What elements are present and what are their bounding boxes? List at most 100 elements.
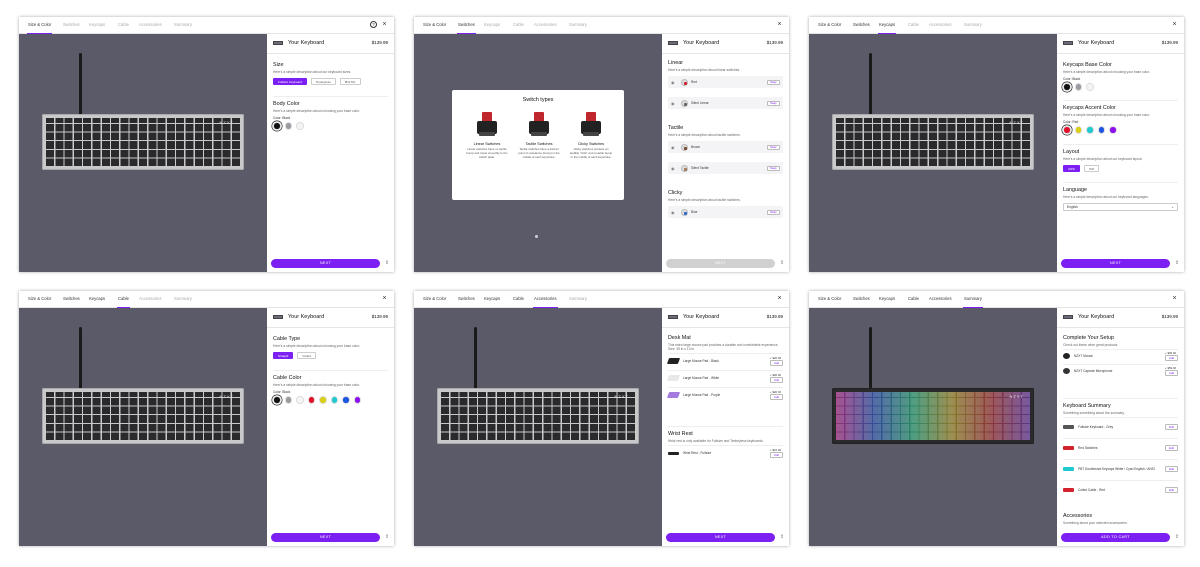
tab-switches[interactable]: Switches xyxy=(454,291,479,308)
close-icon[interactable]: × xyxy=(380,20,389,29)
switch-option[interactable]: ◉ Blue Swap xyxy=(668,206,783,219)
share-icon[interactable]: ⇪ xyxy=(1174,534,1180,541)
edit-button[interactable]: Edit xyxy=(1165,487,1178,493)
add-button[interactable]: Add xyxy=(770,452,783,458)
color-swatch[interactable] xyxy=(1097,126,1105,134)
add-button[interactable]: Add xyxy=(1165,355,1178,361)
tab-keycaps[interactable]: Keycaps xyxy=(875,17,899,34)
tab-summary[interactable]: Summary xyxy=(170,17,196,34)
color-swatch[interactable] xyxy=(284,122,292,130)
color-swatch[interactable] xyxy=(273,122,281,130)
tab-switches[interactable]: Switches xyxy=(454,17,479,34)
color-swatch[interactable] xyxy=(319,396,327,404)
color-swatch[interactable] xyxy=(1063,126,1071,134)
tab-accessories[interactable]: Accessories xyxy=(530,17,561,34)
tab-accessories[interactable]: Accessories xyxy=(925,291,956,308)
swap-button[interactable]: Swap xyxy=(766,209,780,215)
color-swatch[interactable] xyxy=(307,396,315,404)
close-icon[interactable]: × xyxy=(1170,294,1179,303)
option-button[interactable]: Straight xyxy=(273,352,294,360)
eye-icon[interactable]: ◉ xyxy=(671,166,681,171)
tab-size-color[interactable]: Size & Color xyxy=(814,17,845,34)
share-icon[interactable]: ⇪ xyxy=(1174,260,1180,267)
help-icon[interactable]: ? xyxy=(370,21,377,28)
color-swatch[interactable] xyxy=(296,122,304,130)
tab-keycaps[interactable]: Keycaps xyxy=(480,291,504,308)
swap-button[interactable]: Swap xyxy=(766,79,780,85)
add-button[interactable]: Add xyxy=(770,377,783,383)
tab-switches[interactable]: Switches xyxy=(849,17,874,34)
close-icon[interactable]: × xyxy=(1170,20,1179,29)
tab-summary[interactable]: Summary xyxy=(565,291,591,308)
share-icon[interactable]: ⇪ xyxy=(384,260,390,267)
tab-switches[interactable]: Switches xyxy=(849,291,874,308)
share-icon[interactable]: ⇪ xyxy=(779,534,785,541)
tab-accessories[interactable]: Accessories xyxy=(530,291,561,308)
edit-button[interactable]: Edit xyxy=(1165,445,1178,451)
tab-accessories[interactable]: Accessories xyxy=(135,291,166,308)
tab-size-color[interactable]: Size & Color xyxy=(24,17,55,34)
eye-icon[interactable]: ◉ xyxy=(671,145,681,150)
share-icon[interactable]: ⇪ xyxy=(384,534,390,541)
option-button[interactable]: Fullsize Keyboard xyxy=(273,78,307,86)
tab-keycaps[interactable]: Keycaps xyxy=(480,17,504,34)
option-button[interactable]: Tenkeyless xyxy=(310,78,336,86)
tab-summary[interactable]: Summary xyxy=(170,291,196,308)
color-swatch[interactable] xyxy=(1109,126,1117,134)
option-button[interactable]: ANSI xyxy=(1063,165,1081,173)
tab-accessories[interactable]: Accessories xyxy=(925,17,956,34)
close-icon[interactable]: × xyxy=(775,294,784,303)
swap-button[interactable]: Swap xyxy=(766,144,780,150)
tab-size-color[interactable]: Size & Color xyxy=(814,291,845,308)
color-swatch[interactable] xyxy=(1074,126,1082,134)
tab-cable[interactable]: Cable xyxy=(114,291,133,308)
add-button[interactable]: Add xyxy=(770,394,783,400)
carousel-dot[interactable] xyxy=(535,235,538,238)
color-swatch[interactable] xyxy=(353,396,361,404)
next-button[interactable]: NEXT xyxy=(666,259,775,268)
color-swatch[interactable] xyxy=(273,396,281,404)
share-icon[interactable]: ⇪ xyxy=(779,260,785,267)
color-swatch[interactable] xyxy=(1086,83,1094,91)
color-swatch[interactable] xyxy=(330,396,338,404)
swap-button[interactable]: Swap xyxy=(766,165,780,171)
switch-option[interactable]: ◉ Red Swap xyxy=(668,76,783,89)
swap-button[interactable]: Swap xyxy=(766,100,780,106)
tab-switches[interactable]: Switches xyxy=(59,291,84,308)
tab-cable[interactable]: Cable xyxy=(904,291,923,308)
switch-option[interactable]: ◉ Silent Linear Swap xyxy=(668,97,783,110)
color-swatch[interactable] xyxy=(284,396,292,404)
edit-button[interactable]: Edit xyxy=(1165,424,1178,430)
switch-option[interactable]: ◉ Brown Swap xyxy=(668,141,783,154)
color-swatch[interactable] xyxy=(1086,126,1094,134)
add-button[interactable]: Add xyxy=(1165,370,1178,376)
color-swatch[interactable] xyxy=(342,396,350,404)
add-button[interactable]: Add xyxy=(770,360,783,366)
color-swatch[interactable] xyxy=(1074,83,1082,91)
color-swatch[interactable] xyxy=(296,396,304,404)
next-button[interactable]: NEXT xyxy=(271,533,380,542)
next-button[interactable]: NEXT xyxy=(666,533,775,542)
eye-icon[interactable]: ◉ xyxy=(671,80,681,85)
tab-summary[interactable]: Summary xyxy=(960,291,986,308)
option-button[interactable]: ISO xyxy=(1084,165,1100,173)
next-button[interactable]: NEXT xyxy=(1061,259,1170,268)
eye-icon[interactable]: ◉ xyxy=(671,101,681,106)
tab-summary[interactable]: Summary xyxy=(565,17,591,34)
tab-keycaps[interactable]: Keycaps xyxy=(85,291,109,308)
tab-size-color[interactable]: Size & Color xyxy=(24,291,55,308)
tab-keycaps[interactable]: Keycaps xyxy=(875,291,899,308)
close-icon[interactable]: × xyxy=(775,20,784,29)
next-button[interactable]: NEXT xyxy=(271,259,380,268)
tab-cable[interactable]: Cable xyxy=(114,17,133,34)
switch-option[interactable]: ◉ Silent Tactile Swap xyxy=(668,162,783,175)
option-button[interactable]: MiniTKL xyxy=(339,78,361,86)
option-button[interactable]: Coiled xyxy=(297,352,316,360)
tab-cable[interactable]: Cable xyxy=(904,17,923,34)
tab-cable[interactable]: Cable xyxy=(509,291,528,308)
tab-keycaps[interactable]: Keycaps xyxy=(85,17,109,34)
eye-icon[interactable]: ◉ xyxy=(671,210,681,215)
tab-summary[interactable]: Summary xyxy=(960,17,986,34)
edit-button[interactable]: Edit xyxy=(1165,466,1178,472)
close-icon[interactable]: × xyxy=(380,294,389,303)
